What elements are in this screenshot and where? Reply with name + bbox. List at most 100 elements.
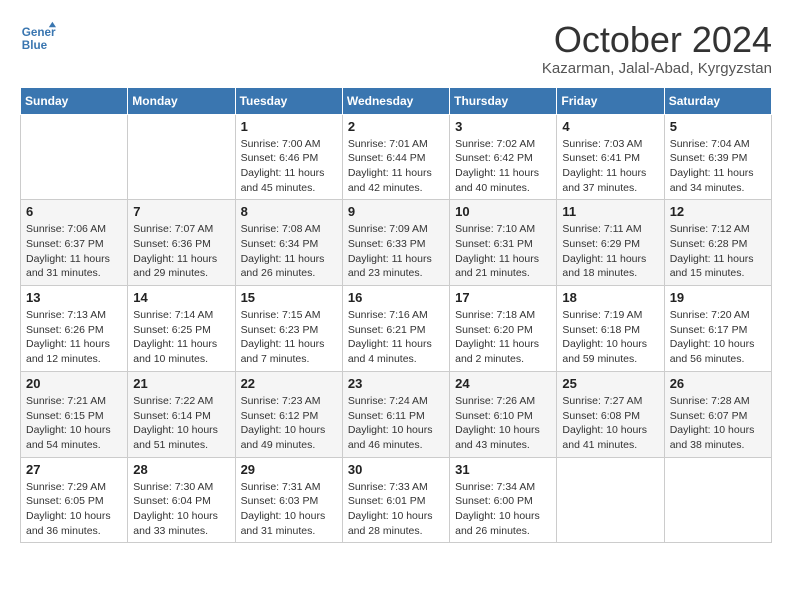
calendar-cell: 28 Sunrise: 7:30 AMSunset: 6:04 PMDayligh…	[128, 457, 235, 543]
day-number: 15	[241, 290, 337, 305]
day-number: 3	[455, 119, 551, 134]
day-info: Sunrise: 7:09 AMSunset: 6:33 PMDaylight:…	[348, 222, 444, 281]
day-number: 7	[133, 204, 229, 219]
day-number: 20	[26, 376, 122, 391]
calendar-cell: 8 Sunrise: 7:08 AMSunset: 6:34 PMDaylight…	[235, 200, 342, 286]
weekday-header-tuesday: Tuesday	[235, 87, 342, 114]
weekday-header-wednesday: Wednesday	[342, 87, 449, 114]
calendar-cell: 9Sunrise: 7:09 AMSunset: 6:33 PMDaylight…	[342, 200, 449, 286]
day-info: Sunrise: 7:08 AMSunset: 6:34 PMDaylight:…	[241, 222, 337, 281]
day-info: Sunrise: 7:16 AMSunset: 6:21 PMDaylight:…	[348, 308, 444, 367]
calendar-cell: 30 Sunrise: 7:33 AMSunset: 6:01 PMDayligh…	[342, 457, 449, 543]
calendar-cell: 13 Sunrise: 7:13 AMSunset: 6:26 PMDayligh…	[21, 286, 128, 372]
day-number: 28	[133, 462, 229, 477]
calendar-cell: 12 Sunrise: 7:12 AMSunset: 6:28 PMDayligh…	[664, 200, 771, 286]
calendar-cell: 15 Sunrise: 7:15 AMSunset: 6:23 PMDayligh…	[235, 286, 342, 372]
day-info: Sunrise: 7:03 AMSunset: 6:41 PMDaylight:…	[562, 137, 658, 196]
calendar-cell: 17Sunrise: 7:18 AMSunset: 6:20 PMDayligh…	[450, 286, 557, 372]
day-number: 30	[348, 462, 444, 477]
day-info: Sunrise: 7:18 AMSunset: 6:20 PMDaylight:…	[455, 308, 551, 367]
calendar-week-row: 6 Sunrise: 7:06 AMSunset: 6:37 PMDaylight…	[21, 200, 772, 286]
day-info: Sunrise: 7:15 AMSunset: 6:23 PMDaylight:…	[241, 308, 337, 367]
day-info: Sunrise: 7:07 AMSunset: 6:36 PMDaylight:…	[133, 222, 229, 281]
calendar-cell	[128, 114, 235, 200]
calendar-cell: 23Sunrise: 7:24 AMSunset: 6:11 PMDayligh…	[342, 371, 449, 457]
day-number: 6	[26, 204, 122, 219]
calendar-cell: 22 Sunrise: 7:23 AMSunset: 6:12 PMDayligh…	[235, 371, 342, 457]
day-info: Sunrise: 7:04 AMSunset: 6:39 PMDaylight:…	[670, 137, 766, 196]
logo-icon: General Blue	[20, 20, 56, 56]
svg-text:Blue: Blue	[22, 39, 48, 52]
page-header: General Blue General Blue October 2024 K…	[20, 20, 772, 77]
calendar-cell: 19Sunrise: 7:20 AMSunset: 6:17 PMDayligh…	[664, 286, 771, 372]
day-info: Sunrise: 7:26 AMSunset: 6:10 PMDaylight:…	[455, 394, 551, 453]
day-number: 10	[455, 204, 551, 219]
calendar-cell: 27Sunrise: 7:29 AMSunset: 6:05 PMDayligh…	[21, 457, 128, 543]
calendar-cell: 29Sunrise: 7:31 AMSunset: 6:03 PMDayligh…	[235, 457, 342, 543]
day-info: Sunrise: 7:10 AMSunset: 6:31 PMDaylight:…	[455, 222, 551, 281]
day-number: 11	[562, 204, 658, 219]
calendar-cell: 4 Sunrise: 7:03 AMSunset: 6:41 PMDaylight…	[557, 114, 664, 200]
day-info: Sunrise: 7:22 AMSunset: 6:14 PMDaylight:…	[133, 394, 229, 453]
weekday-header-friday: Friday	[557, 87, 664, 114]
day-info: Sunrise: 7:30 AMSunset: 6:04 PMDaylight:…	[133, 480, 229, 539]
weekday-header-monday: Monday	[128, 87, 235, 114]
day-number: 12	[670, 204, 766, 219]
calendar-cell: 20 Sunrise: 7:21 AMSunset: 6:15 PMDayligh…	[21, 371, 128, 457]
day-info: Sunrise: 7:01 AMSunset: 6:44 PMDaylight:…	[348, 137, 444, 196]
day-info: Sunrise: 7:23 AMSunset: 6:12 PMDaylight:…	[241, 394, 337, 453]
day-number: 4	[562, 119, 658, 134]
month-title: October 2024	[542, 20, 772, 60]
calendar-cell: 1 Sunrise: 7:00 AMSunset: 6:46 PMDaylight…	[235, 114, 342, 200]
day-info: Sunrise: 7:31 AMSunset: 6:03 PMDaylight:…	[241, 480, 337, 539]
day-number: 14	[133, 290, 229, 305]
calendar-cell: 25 Sunrise: 7:27 AMSunset: 6:08 PMDayligh…	[557, 371, 664, 457]
weekday-header-saturday: Saturday	[664, 87, 771, 114]
day-info: Sunrise: 7:27 AMSunset: 6:08 PMDaylight:…	[562, 394, 658, 453]
day-info: Sunrise: 7:14 AMSunset: 6:25 PMDaylight:…	[133, 308, 229, 367]
calendar-cell	[664, 457, 771, 543]
day-number: 19	[670, 290, 766, 305]
calendar-table: SundayMondayTuesdayWednesdayThursdayFrid…	[20, 87, 772, 544]
location-subtitle: Kazarman, Jalal-Abad, Kyrgyzstan	[542, 60, 772, 77]
day-number: 1	[241, 119, 337, 134]
day-number: 16	[348, 290, 444, 305]
calendar-header-row: SundayMondayTuesdayWednesdayThursdayFrid…	[21, 87, 772, 114]
calendar-week-row: 1 Sunrise: 7:00 AMSunset: 6:46 PMDaylight…	[21, 114, 772, 200]
day-info: Sunrise: 7:28 AMSunset: 6:07 PMDaylight:…	[670, 394, 766, 453]
svg-text:General: General	[22, 26, 56, 39]
day-number: 8	[241, 204, 337, 219]
day-number: 22	[241, 376, 337, 391]
weekday-header-thursday: Thursday	[450, 87, 557, 114]
calendar-cell: 2Sunrise: 7:01 AMSunset: 6:44 PMDaylight…	[342, 114, 449, 200]
calendar-week-row: 20 Sunrise: 7:21 AMSunset: 6:15 PMDayligh…	[21, 371, 772, 457]
day-number: 31	[455, 462, 551, 477]
calendar-cell: 14 Sunrise: 7:14 AMSunset: 6:25 PMDayligh…	[128, 286, 235, 372]
calendar-cell: 10 Sunrise: 7:10 AMSunset: 6:31 PMDayligh…	[450, 200, 557, 286]
day-number: 5	[670, 119, 766, 134]
calendar-cell: 11Sunrise: 7:11 AMSunset: 6:29 PMDayligh…	[557, 200, 664, 286]
calendar-cell: 24 Sunrise: 7:26 AMSunset: 6:10 PMDayligh…	[450, 371, 557, 457]
day-info: Sunrise: 7:00 AMSunset: 6:46 PMDaylight:…	[241, 137, 337, 196]
calendar-cell: 16 Sunrise: 7:16 AMSunset: 6:21 PMDayligh…	[342, 286, 449, 372]
calendar-week-row: 13 Sunrise: 7:13 AMSunset: 6:26 PMDayligh…	[21, 286, 772, 372]
day-info: Sunrise: 7:21 AMSunset: 6:15 PMDaylight:…	[26, 394, 122, 453]
calendar-cell	[21, 114, 128, 200]
calendar-cell	[557, 457, 664, 543]
calendar-cell: 18Sunrise: 7:19 AMSunset: 6:18 PMDayligh…	[557, 286, 664, 372]
day-number: 24	[455, 376, 551, 391]
day-info: Sunrise: 7:19 AMSunset: 6:18 PMDaylight:…	[562, 308, 658, 367]
day-number: 13	[26, 290, 122, 305]
day-number: 23	[348, 376, 444, 391]
day-number: 25	[562, 376, 658, 391]
day-info: Sunrise: 7:02 AMSunset: 6:42 PMDaylight:…	[455, 137, 551, 196]
calendar-cell: 5 Sunrise: 7:04 AMSunset: 6:39 PMDaylight…	[664, 114, 771, 200]
calendar-cell: 26Sunrise: 7:28 AMSunset: 6:07 PMDayligh…	[664, 371, 771, 457]
day-info: Sunrise: 7:33 AMSunset: 6:01 PMDaylight:…	[348, 480, 444, 539]
day-info: Sunrise: 7:06 AMSunset: 6:37 PMDaylight:…	[26, 222, 122, 281]
calendar-cell: 6 Sunrise: 7:06 AMSunset: 6:37 PMDaylight…	[21, 200, 128, 286]
calendar-week-row: 27Sunrise: 7:29 AMSunset: 6:05 PMDayligh…	[21, 457, 772, 543]
day-info: Sunrise: 7:13 AMSunset: 6:26 PMDaylight:…	[26, 308, 122, 367]
day-info: Sunrise: 7:12 AMSunset: 6:28 PMDaylight:…	[670, 222, 766, 281]
calendar-cell: 3 Sunrise: 7:02 AMSunset: 6:42 PMDaylight…	[450, 114, 557, 200]
